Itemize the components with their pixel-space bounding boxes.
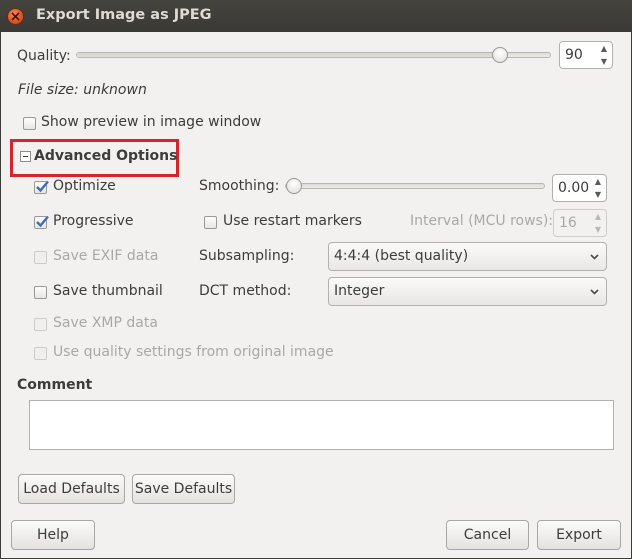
smoothing-slider[interactable] [285,178,545,194]
help-button[interactable]: Help [11,520,95,550]
save-exif-label[interactable]: Save EXIF data [53,248,158,264]
chevron-down-icon [590,254,599,260]
restart-markers-checkbox[interactable] [204,216,217,229]
dct-method-select[interactable]: Integer [328,277,607,306]
progressive-label[interactable]: Progressive [53,213,134,229]
window-title: Export Image as JPEG [36,7,212,23]
interval-label: Interval (MCU rows): [410,213,554,229]
cancel-button[interactable]: Cancel [446,520,529,550]
chevron-down-icon [590,289,599,295]
save-exif-checkbox[interactable] [34,251,47,264]
smoothing-slider-handle[interactable] [285,178,302,194]
interval-value: 16 [559,215,577,231]
smoothing-label: Smoothing: [199,178,280,194]
save-defaults-button[interactable]: Save Defaults [132,474,235,504]
subsampling-label: Subsampling: [199,248,295,264]
interval-spinbox[interactable]: 16 ▲ ▼ [553,209,607,237]
subsampling-select[interactable]: 4:4:4 (best quality) [328,242,607,271]
spin-down-icon[interactable]: ▼ [595,189,601,200]
save-xmp-checkbox[interactable] [34,318,47,331]
spin-up-icon[interactable]: ▲ [595,176,601,187]
preview-checkbox[interactable] [23,117,36,130]
save-thumbnail-checkbox[interactable] [34,286,47,299]
progressive-checkbox[interactable] [34,215,49,229]
preview-label[interactable]: Show preview in image window [41,114,261,130]
save-xmp-label[interactable]: Save XMP data [53,315,158,331]
quality-slider-fill [77,53,501,57]
use-original-quality-label[interactable]: Use quality settings from original image [53,344,334,360]
spin-up-icon[interactable]: ▲ [601,43,607,54]
quality-slider-handle[interactable] [492,47,509,63]
comment-textarea[interactable] [29,400,614,450]
spin-down-icon[interactable]: ▼ [601,56,607,67]
quality-slider[interactable] [76,47,551,63]
optimize-label[interactable]: Optimize [53,178,116,194]
spin-down-icon: ▼ [594,225,602,234]
optimize-checkbox[interactable] [34,180,49,194]
use-original-quality-checkbox[interactable] [34,347,47,360]
spin-up-icon: ▲ [594,212,602,221]
subsampling-value: 4:4:4 (best quality) [334,248,469,264]
file-size-label: File size: unknown [18,82,147,98]
dct-method-label: DCT method: [199,283,292,299]
load-defaults-button[interactable]: Load Defaults [18,474,125,504]
restart-markers-label[interactable]: Use restart markers [223,213,362,229]
quality-label: Quality: [17,48,71,64]
quality-value: 90 [565,47,583,63]
export-button[interactable]: Export [537,520,621,550]
title-bar: Export Image as JPEG [0,0,632,32]
smoothing-spinbox[interactable]: 0.00 ▲ ▼ [552,174,607,202]
save-thumbnail-label[interactable]: Save thumbnail [53,283,163,299]
advanced-options-label[interactable]: Advanced Options [34,148,177,164]
quality-spinbox[interactable]: 90 ▲ ▼ [559,41,613,69]
smoothing-value: 0.00 [558,180,590,196]
close-icon[interactable] [7,8,24,25]
comment-label: Comment [17,377,93,393]
export-dialog: Quality: 90 ▲ ▼ File size: unknown Show … [1,32,631,558]
collapse-icon[interactable] [20,151,31,162]
dct-method-value: Integer [334,283,385,299]
